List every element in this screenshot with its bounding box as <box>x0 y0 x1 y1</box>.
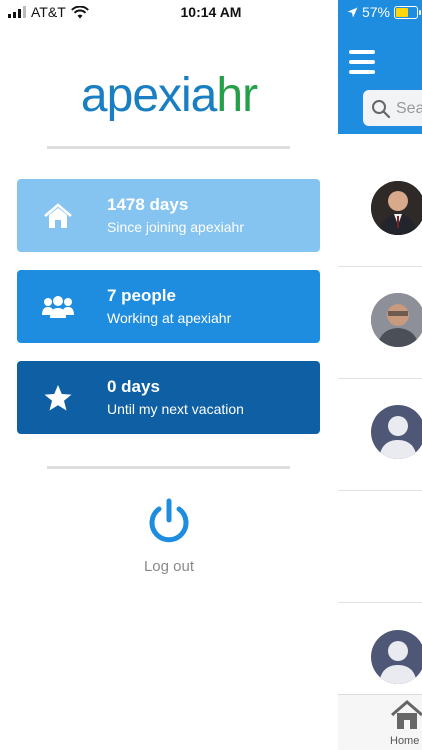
avatar <box>371 405 422 459</box>
app-logo: apexiahr <box>80 69 258 122</box>
search-bar[interactable]: Sea <box>363 90 422 126</box>
stat-card-vacation[interactable]: 0 days Until my next vacation <box>17 361 320 434</box>
main-screen: Sea Home <box>338 0 422 750</box>
home-icon <box>41 199 75 233</box>
logout-button[interactable]: Log out <box>0 558 338 575</box>
stat-value: 7 people <box>107 286 176 305</box>
avatar <box>371 181 422 235</box>
search-placeholder: Sea <box>396 100 422 117</box>
list-item[interactable] <box>338 266 422 379</box>
stat-card-people[interactable]: 7 people Working at apexiahr <box>17 270 320 343</box>
people-icon <box>41 290 75 324</box>
battery-icon <box>394 5 421 19</box>
stat-caption: Since joining apexiahr <box>107 219 244 235</box>
location-arrow-icon <box>347 7 358 17</box>
list-item[interactable] <box>338 490 422 603</box>
star-icon <box>41 381 75 415</box>
stat-value: 0 days <box>107 377 160 396</box>
avatar <box>371 630 422 684</box>
list-item[interactable] <box>338 378 422 491</box>
power-icon[interactable] <box>147 498 191 546</box>
divider <box>47 146 290 149</box>
stat-value: 1478 days <box>107 195 189 214</box>
tab-home-label[interactable]: Home <box>390 735 419 747</box>
status-right: 57% <box>347 4 421 20</box>
stat-caption: Working at apexiahr <box>107 310 232 326</box>
menu-icon[interactable] <box>349 50 375 74</box>
avatar <box>371 293 422 347</box>
divider <box>47 466 290 469</box>
search-icon <box>372 100 391 119</box>
stat-card-days-joined[interactable]: 1478 days Since joining apexiahr <box>17 179 320 252</box>
status-bar: AT&T 10:14 AM 57% <box>0 0 422 26</box>
home-tab-icon[interactable] <box>390 699 422 731</box>
stat-caption: Until my next vacation <box>107 401 244 417</box>
battery-percent: 57% <box>361 4 390 20</box>
tab-bar: Home <box>338 694 422 750</box>
side-drawer: apexiahr 1478 days Since joining apexiah… <box>0 0 338 750</box>
list-item[interactable] <box>338 154 422 267</box>
